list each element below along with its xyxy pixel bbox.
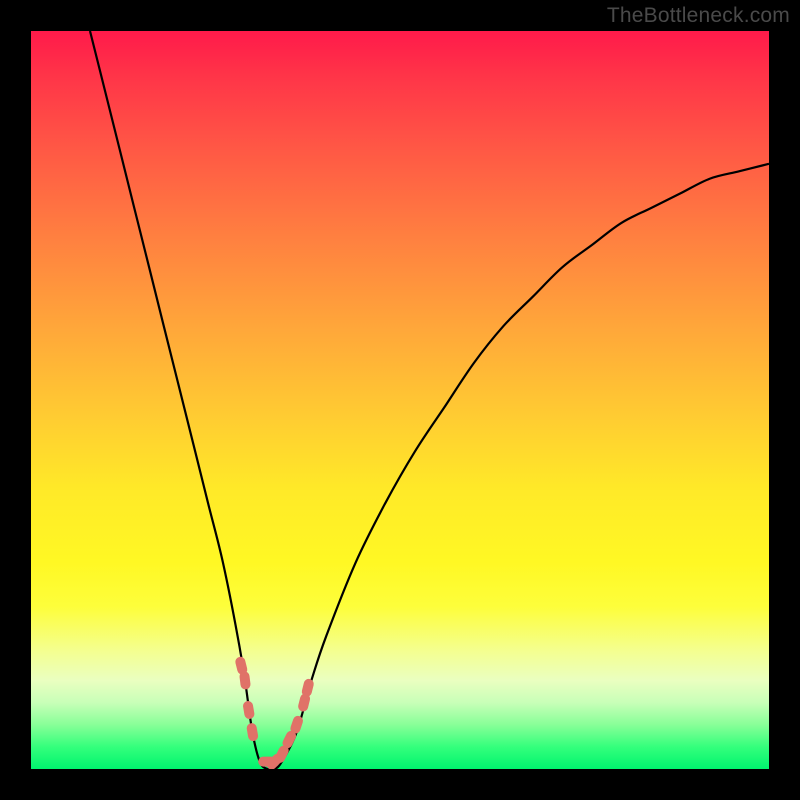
highlight-pill bbox=[239, 671, 251, 690]
highlight-pill bbox=[242, 700, 255, 719]
highlight-pill bbox=[246, 722, 259, 741]
bottleneck-curve bbox=[90, 31, 769, 769]
watermark-text: TheBottleneck.com bbox=[607, 4, 790, 28]
chart-frame: TheBottleneck.com bbox=[0, 0, 800, 800]
chart-plot-area bbox=[31, 31, 769, 769]
highlight-right-cluster bbox=[258, 678, 315, 769]
bottleneck-curve-svg bbox=[31, 31, 769, 769]
